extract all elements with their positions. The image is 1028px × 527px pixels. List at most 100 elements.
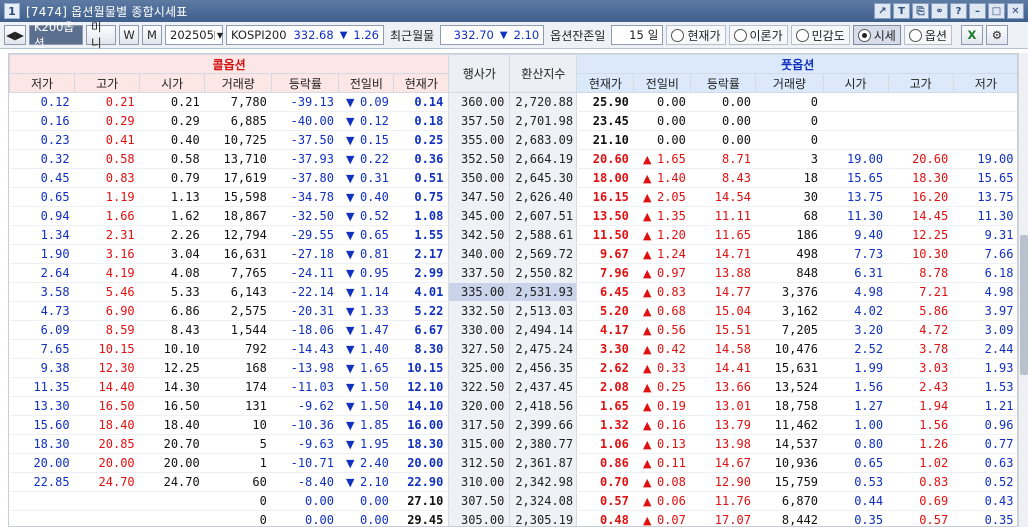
export-icon[interactable]: ↗ bbox=[874, 3, 891, 19]
table-row[interactable]: 18.30 20.85 20.70 5 -9.63 ▼ 1.95 18.30 315.00 2,3… bbox=[9, 434, 1017, 454]
put-col-header[interactable]: 저가 bbox=[952, 73, 1017, 93]
call-current-price: 20.00 bbox=[393, 453, 449, 473]
minimize-icon[interactable]: – bbox=[969, 3, 986, 19]
table-row[interactable]: 0.23 0.41 0.40 10,725 -37.50 ▼ 0.15 0.25 355.00 2… bbox=[9, 130, 1017, 150]
table-row[interactable]: 0.65 1.19 1.13 15,598 -34.78 ▼ 0.40 0.75 347.50 2… bbox=[9, 187, 1017, 207]
table-row[interactable]: 0.16 0.29 0.29 6,885 -40.00 ▼ 0.12 0.18 357.50 2,… bbox=[9, 111, 1017, 131]
help-icon[interactable]: ? bbox=[950, 3, 967, 19]
put-col-header[interactable]: 전일비 bbox=[633, 73, 692, 93]
table-row[interactable]: 3.58 5.46 5.33 6,143 -22.14 ▼ 1.14 4.01 335.00 2,… bbox=[9, 282, 1017, 302]
radio-theoretical[interactable]: 이론가 bbox=[728, 25, 788, 45]
table-row[interactable]: 0 0.00 0.00 27.10 307.50 2,324.08 0.57 ▲ 0.06 11.… bbox=[9, 491, 1017, 511]
table-row[interactable]: 1.34 2.31 2.26 12,794 -29.55 ▼ 0.65 1.55 342.50 2… bbox=[9, 225, 1017, 245]
call-col-header[interactable]: 거래량 bbox=[204, 73, 273, 93]
tab-monthly[interactable]: M bbox=[142, 25, 162, 45]
table-row[interactable]: 1.90 3.16 3.04 16,631 -27.18 ▼ 0.81 2.17 340.00 2… bbox=[9, 244, 1017, 264]
call-high: 4.19 bbox=[74, 263, 140, 283]
put-volume: 0 bbox=[755, 130, 824, 150]
change-value: 1.65 bbox=[359, 361, 389, 375]
table-row[interactable]: 11.35 14.40 14.30 174 -11.03 ▼ 1.50 12.10 322.50… bbox=[9, 377, 1017, 397]
call-current-price: 0.36 bbox=[393, 149, 449, 169]
change-arrow-icon: ▼ bbox=[345, 476, 355, 489]
put-col-header[interactable]: 시가 bbox=[822, 73, 889, 93]
change-value: 1.95 bbox=[359, 437, 389, 451]
table-row[interactable]: 0.45 0.83 0.79 17,619 -37.80 ▼ 0.31 0.51 350.00 2… bbox=[9, 168, 1017, 188]
call-col-header[interactable]: 고가 bbox=[74, 73, 141, 93]
call-col-header[interactable]: 전일비 bbox=[338, 73, 395, 93]
put-current-price: 13.50 bbox=[576, 206, 634, 226]
put-high: 5.86 bbox=[888, 301, 954, 321]
call-change: ▼ 0.09 bbox=[338, 92, 394, 112]
excel-icon[interactable]: X bbox=[960, 25, 983, 45]
call-open bbox=[139, 510, 205, 526]
put-change-rate: 13.01 bbox=[690, 396, 756, 416]
radio-sensitivity[interactable]: 민감도 bbox=[790, 25, 850, 45]
call-change: ▼ 1.50 bbox=[338, 396, 394, 416]
table-row[interactable]: 2.64 4.19 4.08 7,765 -24.11 ▼ 0.95 2.99 337.50 2,… bbox=[9, 263, 1017, 283]
call-col-header[interactable]: 저가 bbox=[9, 73, 76, 93]
month-select[interactable]: 202505 ▼ bbox=[165, 25, 223, 45]
put-col-header[interactable]: 등락률 bbox=[690, 73, 757, 93]
maximize-icon[interactable]: □ bbox=[988, 3, 1005, 19]
put-current-price: 9.67 bbox=[576, 244, 634, 264]
close-icon[interactable]: ✕ bbox=[1007, 3, 1024, 19]
call-volume: 5 bbox=[204, 434, 272, 454]
radio-label: 옵션 bbox=[924, 28, 947, 43]
tab-k200-option[interactable]: K200옵션 bbox=[29, 20, 83, 50]
vertical-scrollbar[interactable] bbox=[1018, 53, 1028, 527]
copy-icon[interactable]: ⎘ bbox=[912, 3, 929, 19]
table-row[interactable]: 0 0.00 0.00 29.45 305.00 2,305.19 0.48 ▲ 0.07 17.… bbox=[9, 510, 1017, 526]
table-row[interactable]: 20.00 20.00 20.00 1 -10.71 ▼ 2.40 20.00 312.50 2,… bbox=[9, 453, 1017, 473]
put-low bbox=[953, 111, 1017, 131]
settings-gear-icon[interactable]: ⚙ bbox=[985, 25, 1008, 45]
table-row[interactable]: 15.60 18.40 18.40 10 -10.36 ▼ 1.85 16.00 317.50 2… bbox=[9, 415, 1017, 435]
call-col-header[interactable]: 등락률 bbox=[271, 73, 340, 93]
strike-price: 330.00 bbox=[448, 320, 511, 340]
text-icon[interactable]: T bbox=[893, 3, 910, 19]
put-current-price: 21.10 bbox=[576, 130, 634, 150]
put-change: ▲ 0.16 bbox=[633, 415, 691, 435]
link-icon[interactable]: ⚭ bbox=[931, 3, 948, 19]
put-open: 7.73 bbox=[823, 244, 889, 264]
table-row[interactable]: 7.65 10.15 10.10 792 -14.43 ▼ 1.40 8.30 327.50 2,… bbox=[9, 339, 1017, 359]
put-volume: 186 bbox=[755, 225, 824, 245]
change-value: 0.42 bbox=[656, 342, 686, 356]
call-col-header[interactable]: 현재가 bbox=[393, 73, 450, 93]
call-change: 0.00 bbox=[338, 510, 394, 526]
change-value: 0.31 bbox=[359, 171, 389, 185]
scrollbar-thumb[interactable] bbox=[1020, 235, 1028, 375]
table-row[interactable]: 13.30 16.50 16.50 131 -9.62 ▼ 1.50 14.10 320.00 2… bbox=[9, 396, 1017, 416]
call-open: 0.79 bbox=[139, 168, 205, 188]
put-col-header[interactable]: 거래량 bbox=[755, 73, 824, 93]
call-change: ▼ 1.65 bbox=[338, 358, 394, 378]
table-row[interactable]: 9.38 12.30 12.25 168 -13.98 ▼ 1.65 10.15 325.00 2… bbox=[9, 358, 1017, 378]
radio-current-price[interactable]: 현재가 bbox=[666, 25, 726, 45]
conversion-index: 2,418.56 bbox=[509, 396, 578, 416]
table-row[interactable]: 6.09 8.59 8.43 1,544 -18.06 ▼ 1.47 6.67 330.00 2,… bbox=[9, 320, 1017, 340]
change-value: 1.47 bbox=[359, 323, 389, 337]
call-volume: 7,765 bbox=[204, 263, 272, 283]
put-volume: 14,537 bbox=[755, 434, 824, 454]
put-high: 10.30 bbox=[888, 244, 954, 264]
change-arrow-icon: ▼ bbox=[345, 115, 355, 128]
tab-weekly[interactable]: W bbox=[119, 25, 139, 45]
table-row[interactable]: 0.12 0.21 0.21 7,780 -39.13 ▼ 0.09 0.14 360.00 2,… bbox=[9, 92, 1017, 112]
nav-arrows-button[interactable]: ◀▶ bbox=[4, 25, 26, 45]
call-change: ▼ 0.81 bbox=[338, 244, 394, 264]
put-col-header[interactable]: 현재가 bbox=[576, 73, 635, 93]
radio-option[interactable]: 옵션 bbox=[903, 25, 952, 45]
change-value: 1.65 bbox=[656, 152, 686, 166]
put-change: ▲ 0.13 bbox=[633, 434, 691, 454]
call-col-header[interactable]: 시가 bbox=[139, 73, 206, 93]
radio-quote[interactable]: 시세 bbox=[852, 25, 901, 45]
table-row[interactable]: 0.94 1.66 1.62 18,867 -32.50 ▼ 0.52 1.08 345.00 2… bbox=[9, 206, 1017, 226]
put-current-price: 25.90 bbox=[576, 92, 634, 112]
tab-mini[interactable]: 미니 bbox=[86, 20, 116, 50]
table-row[interactable]: 22.85 24.70 24.70 60 -8.40 ▼ 2.10 22.90 310.00 2,… bbox=[9, 472, 1017, 492]
put-col-header[interactable]: 고가 bbox=[887, 73, 954, 93]
table-row[interactable]: 4.73 6.90 6.86 2,575 -20.31 ▼ 1.33 5.22 332.50 2,… bbox=[9, 301, 1017, 321]
table-row[interactable]: 0.32 0.58 0.58 13,710 -37.93 ▼ 0.22 0.36 352.50 2… bbox=[9, 149, 1017, 169]
put-current-price: 1.65 bbox=[576, 396, 634, 416]
call-options-header: 콜옵션 bbox=[9, 54, 450, 74]
change-arrow-icon: ▲ bbox=[642, 324, 652, 337]
